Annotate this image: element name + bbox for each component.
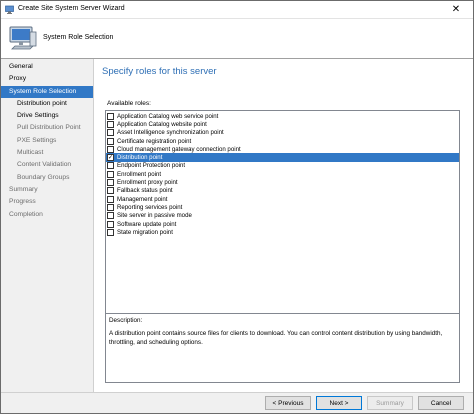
app-icon — [5, 5, 14, 14]
role-label: Enrollment proxy point — [117, 179, 178, 187]
role-label: Endpoint Protection point — [117, 162, 186, 170]
role-checkbox[interactable] — [107, 195, 114, 203]
button-bar: < Previous Next > Summary Cancel — [1, 392, 473, 413]
role-checkbox[interactable] — [107, 228, 114, 236]
computer-icon — [9, 26, 37, 50]
nav-item-distribution-point[interactable]: Distribution point — [1, 98, 93, 110]
role-checkbox[interactable] — [107, 112, 114, 120]
role-label: Cloud management gateway connection poin… — [117, 145, 241, 153]
role-row[interactable]: State migration point — [106, 228, 459, 236]
role-row[interactable]: Software update point — [106, 220, 459, 228]
main-panel: Specify roles for this server Available … — [95, 59, 473, 392]
wizard-window: Create Site System Server Wizard ✕ Syste… — [0, 0, 474, 414]
nav-item-general[interactable]: General — [1, 61, 93, 73]
role-checkbox[interactable] — [107, 212, 114, 220]
role-row[interactable]: Reporting services point — [106, 203, 459, 211]
close-button[interactable]: ✕ — [439, 1, 473, 18]
role-checkbox[interactable] — [107, 203, 114, 211]
role-checkbox[interactable] — [107, 120, 114, 128]
role-row[interactable]: Application Catalog web service point — [106, 112, 459, 120]
role-checkbox[interactable] — [107, 187, 114, 195]
role-label: Reporting services point — [117, 203, 183, 211]
nav-item-drive-settings[interactable]: Drive Settings — [1, 110, 93, 122]
cancel-button[interactable]: Cancel — [418, 396, 464, 410]
role-checkbox[interactable] — [107, 220, 114, 228]
nav-item-progress: Progress — [9, 198, 36, 206]
nav-item-multicast: Multicast — [17, 149, 44, 157]
role-label: Distribution point — [117, 154, 165, 162]
role-checkbox-checked[interactable]: ✓ — [107, 154, 114, 162]
role-row[interactable]: Site server in passive mode — [106, 212, 459, 220]
nav-item-summary: Summary — [9, 185, 38, 193]
role-label: Fallback status point — [117, 187, 173, 195]
role-label: Certificate registration point — [117, 137, 192, 145]
close-icon: ✕ — [451, 4, 461, 15]
role-label: Application Catalog web service point — [117, 112, 219, 120]
nav-item-boundary-groups: Boundary Groups — [17, 173, 70, 181]
previous-button[interactable]: < Previous — [265, 396, 311, 410]
role-label: Enrollment point — [117, 170, 162, 178]
role-checkbox[interactable] — [107, 137, 114, 145]
role-checkbox[interactable] — [107, 179, 114, 187]
nav-item-content-validation: Content Validation — [17, 161, 72, 169]
role-row[interactable]: Asset Intelligence synchronization point — [106, 129, 459, 137]
description-label: Description: — [109, 317, 143, 324]
role-checkbox[interactable] — [107, 162, 114, 170]
nav-item-pull-distribution-point: Pull Distribution Point — [17, 124, 81, 132]
nav-item-pxe-settings: PXE Settings — [17, 136, 57, 144]
role-label: State migration point — [117, 228, 173, 236]
title-bar: Create Site System Server Wizard ✕ — [1, 1, 473, 19]
next-button[interactable]: Next > — [316, 396, 362, 410]
role-checkbox[interactable] — [107, 129, 114, 137]
wizard-header: System Role Selection — [1, 19, 473, 59]
wizard-nav: General Proxy System Role Selection Dist… — [1, 59, 94, 392]
role-label: Application Catalog website point — [117, 120, 207, 128]
role-row[interactable]: Cloud management gateway connection poin… — [106, 145, 459, 153]
role-label: Asset Intelligence synchronization point — [117, 129, 224, 137]
role-row[interactable]: Application Catalog website point — [106, 120, 459, 128]
role-checkbox[interactable] — [107, 170, 114, 178]
role-row[interactable]: Endpoint Protection point — [106, 162, 459, 170]
section-heading: Specify roles for this server — [102, 66, 217, 77]
role-row[interactable]: Fallback status point — [106, 187, 459, 195]
role-checkbox[interactable] — [107, 145, 114, 153]
role-row[interactable]: Enrollment point — [106, 170, 459, 178]
check-icon: ✓ — [107, 154, 114, 161]
page-title: System Role Selection — [43, 34, 114, 41]
role-row[interactable]: Certificate registration point — [106, 137, 459, 145]
role-row[interactable]: Management point — [106, 195, 459, 203]
window-title: Create Site System Server Wizard — [18, 5, 125, 12]
nav-item-system-role-selection[interactable]: System Role Selection — [1, 85, 93, 98]
role-label: Management point — [117, 195, 168, 203]
roles-label: Available roles: — [107, 100, 151, 107]
summary-button[interactable]: Summary — [367, 396, 413, 410]
nav-item-completion: Completion — [9, 210, 43, 218]
description-text: A distribution point contains source fil… — [109, 330, 443, 346]
role-label: Software update point — [117, 220, 177, 228]
nav-item-proxy[interactable]: Proxy — [1, 73, 93, 85]
role-row[interactable]: Enrollment proxy point — [106, 178, 459, 187]
description-box: Description: A distribution point contai… — [105, 313, 460, 383]
role-row-selected[interactable]: ✓ Distribution point — [106, 153, 459, 162]
role-label: Site server in passive mode — [117, 212, 192, 220]
